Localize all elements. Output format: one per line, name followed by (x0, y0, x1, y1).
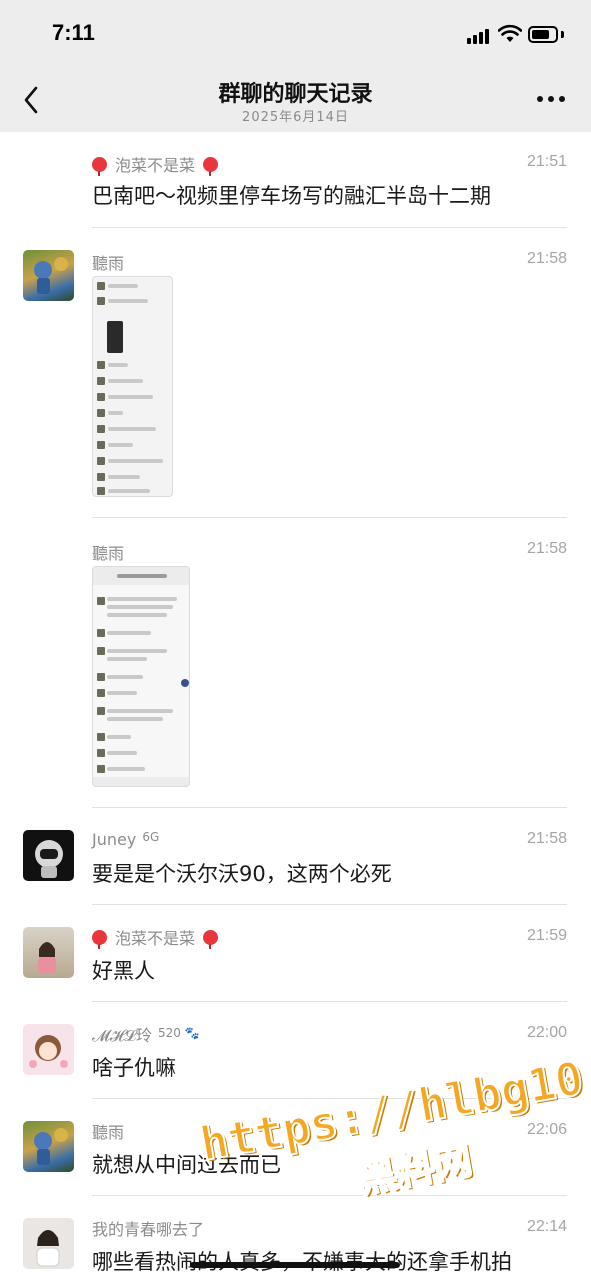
chat-screenshot-image[interactable] (92, 276, 173, 497)
avatar[interactable] (23, 927, 74, 978)
signal-icon (467, 28, 493, 44)
sender-name: 泡菜不是菜 (92, 152, 226, 176)
message-time: 21:58 (526, 250, 567, 267)
avatar[interactable] (23, 1218, 74, 1269)
more-options-icon[interactable] (534, 88, 568, 108)
balloon-icon (92, 157, 107, 176)
message-time: 22:14 (526, 1218, 567, 1235)
avatar[interactable] (23, 1024, 74, 1075)
avatar[interactable] (23, 830, 74, 881)
battery-level (532, 30, 549, 39)
avatar[interactable] (23, 250, 74, 301)
message-item: 泡菜不是菜 21:59 好黑人 (0, 905, 591, 1002)
sender-name: 我的青春哪去了 (92, 1220, 205, 1239)
nav-bar: 群聊的聊天记录 2025年6月14日 (0, 66, 591, 132)
message-item: 聽雨 21:58 (0, 518, 591, 808)
page-title: 群聊的聊天记录 (218, 82, 373, 107)
message-time: 21:58 (526, 830, 567, 847)
balloon-icon (203, 930, 219, 949)
sender-name: 聽雨 (92, 1123, 125, 1142)
message-text[interactable]: 哪些看热闹的人真多，不嫌事大的还拿手机拍 (92, 1246, 512, 1276)
message-text[interactable]: 好黑人 (92, 955, 155, 985)
message-time: 21:58 (526, 540, 567, 557)
battery-icon (528, 26, 558, 43)
sender-name: 聽雨 (92, 254, 125, 273)
sender-name: 聽雨 (92, 544, 125, 563)
message-item: 聽雨 21:58 (0, 228, 591, 518)
avatar[interactable] (23, 1121, 74, 1172)
message-item: 泡菜不是菜 21:51 巴南吧～视频里停车场写的融汇半岛十二期 (0, 132, 591, 228)
status-bar: 7:11 (0, 0, 591, 66)
message-time: 21:51 (526, 153, 567, 170)
message-time: 22:06 (526, 1121, 567, 1138)
message-text[interactable]: 啥子仇嘛 (92, 1052, 176, 1082)
wifi-icon (498, 24, 522, 42)
sender-name: 泡菜不是菜 (92, 925, 226, 949)
balloon-icon (92, 930, 107, 949)
message-time: 21:59 (526, 927, 567, 944)
balloon-icon (203, 157, 219, 176)
chat-screenshot-image[interactable] (92, 566, 190, 787)
message-item: Juney 6G 21:58 要是是个沃尔沃90，这两个必死 (0, 808, 591, 905)
message-text[interactable]: 要是是个沃尔沃90，这两个必死 (92, 858, 392, 888)
message-text[interactable]: 巴南吧～视频里停车场写的融汇半岛十二期 (92, 180, 491, 210)
status-time: 7:11 (52, 20, 95, 45)
sender-name: 𝓜𝓗𝓛玲 520 🐾 (92, 1026, 200, 1045)
sender-name: Juney 6G (92, 830, 160, 849)
page-subtitle: 2025年6月14日 (242, 110, 349, 125)
message-time: 22:00 (526, 1024, 567, 1041)
home-indicator[interactable] (190, 1262, 400, 1268)
